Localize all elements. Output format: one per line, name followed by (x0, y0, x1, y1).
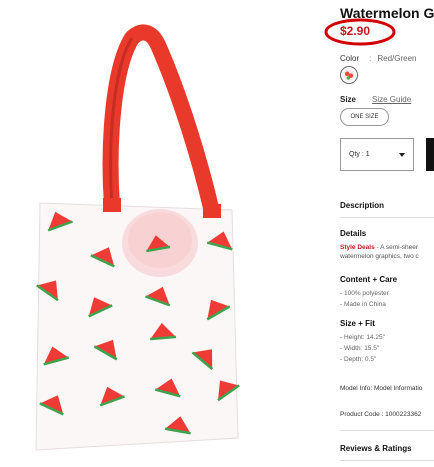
color-value: Red/Green (377, 54, 417, 63)
list-item: - Depth: 0.5" (340, 356, 377, 363)
size-guide-link[interactable]: Size Guide (372, 95, 411, 104)
details-text: Style Deals - A semi-sheer watermelon gr… (340, 243, 419, 261)
divider (340, 430, 434, 431)
color-row: Color: Red/Green (340, 54, 417, 63)
description-heading[interactable]: Description (340, 201, 384, 210)
color-swatch-red-green[interactable] (340, 66, 358, 84)
details-line-2: watermelon graphics, two c (340, 253, 419, 260)
size-fit-heading: Size + Fit (340, 319, 375, 328)
list-item: - Made in China (340, 301, 386, 308)
reviews-ratings-heading[interactable]: Reviews & Ratings (340, 444, 412, 453)
size-label: Size (340, 95, 357, 104)
product-image[interactable] (0, 0, 330, 467)
product-price: $2.90 (340, 24, 371, 38)
model-info: Model Info: Model Informatio (340, 385, 423, 392)
details-heading: Details (340, 229, 367, 238)
watermelon-swatch-icon (343, 69, 355, 81)
product-title: Watermelon Gr (340, 5, 434, 21)
content-care-heading: Content + Care (340, 275, 398, 284)
add-to-bag-button[interactable] (426, 138, 434, 171)
product-code: Product Code : 1000223362 (340, 411, 422, 418)
color-separator: : (369, 54, 372, 63)
quantity-value: Qty : 1 (349, 151, 370, 158)
list-item: - 100% polyester (340, 290, 389, 297)
size-row: Size Size Guide (340, 95, 411, 104)
caret-down-icon (399, 153, 405, 157)
tote-bag-illustration (35, 24, 240, 451)
size-fit-list: - Height: 14.25" - Width: 15.5" - Depth:… (340, 332, 385, 365)
list-item: - Height: 14.25" (340, 334, 385, 341)
details-line-1: - A semi-sheer (374, 244, 419, 251)
color-label: Color (340, 54, 360, 63)
product-details: Watermelon Gr $2.90 Color: Red/Green Size… (340, 0, 434, 467)
list-item: - Width: 15.5" (340, 345, 380, 352)
divider (340, 460, 434, 461)
content-care-list: - 100% polyester - Made in China (340, 288, 389, 310)
quantity-select[interactable]: Qty : 1 (340, 138, 414, 171)
size-option-button[interactable]: ONE SIZE (340, 108, 389, 126)
divider (340, 217, 434, 218)
style-deals-label: Style Deals (340, 244, 375, 251)
